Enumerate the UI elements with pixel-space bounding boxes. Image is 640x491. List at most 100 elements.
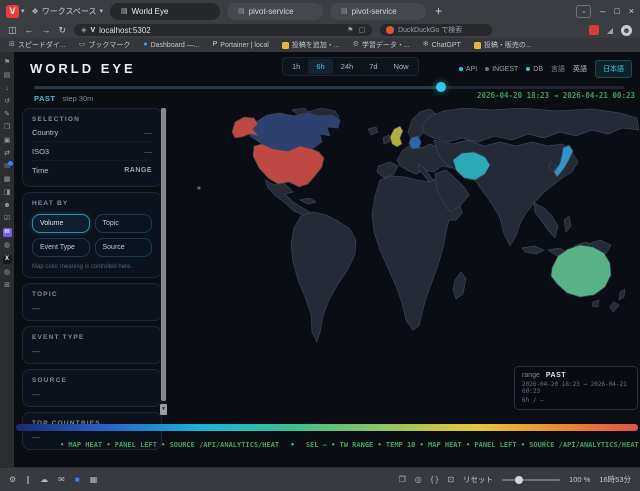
theme-icon[interactable]: ■ xyxy=(75,475,80,484)
zoom-reset-button[interactable]: リセット xyxy=(463,474,493,485)
web-panel-m-icon[interactable]: m xyxy=(2,228,12,237)
pin-icon[interactable]: ◢ xyxy=(607,26,613,35)
bookmark-folder[interactable]: ▭ ブックマーク xyxy=(79,40,131,50)
post-sales-favicon xyxy=(473,41,481,49)
mail-panel-icon[interactable]: ✉ xyxy=(4,161,13,171)
source-value: — xyxy=(32,390,40,399)
tasks-status-icon[interactable]: ▦ xyxy=(90,475,98,484)
web-panel-x-icon[interactable]: X xyxy=(2,255,12,264)
tab-pivot-service-1[interactable]: ▤ pivot-service xyxy=(227,2,324,20)
reader-view-icon[interactable]: ▢ xyxy=(358,26,365,34)
mail-status-icon[interactable]: ✉ xyxy=(58,475,65,484)
extension-icon[interactable] xyxy=(588,25,599,35)
panel-toggle-icon[interactable]: ◫ xyxy=(8,25,17,35)
bookmark-label: 投稿・販売の... xyxy=(483,42,532,49)
timeline-handle[interactable] xyxy=(436,82,447,92)
bookmark-label: Portainer | local xyxy=(220,41,269,49)
sync-panel-icon[interactable]: ⇄ xyxy=(4,150,10,158)
page-actions-icon[interactable]: ◎ xyxy=(415,475,422,484)
calendar-panel-icon[interactable]: ▦ xyxy=(4,176,11,184)
status-db: DB xyxy=(526,66,543,73)
reading-list-panel-icon[interactable]: ▤ xyxy=(4,72,11,80)
workspace-label: ワークスペース xyxy=(41,6,97,16)
bookmark-speed-dial[interactable]: ⊞ スピードダイ... xyxy=(9,40,66,50)
contacts-panel-icon[interactable]: ☻ xyxy=(3,202,10,210)
site-badge-icon: V xyxy=(90,26,96,34)
settings-icon[interactable]: ⚙ xyxy=(9,475,16,484)
bookmark-label: 学習データ・... xyxy=(361,42,410,49)
profile-avatar[interactable]: ☻ xyxy=(621,24,632,36)
code-icon[interactable]: { } xyxy=(431,475,439,484)
heat-by-volume-button[interactable]: Volume xyxy=(32,214,90,233)
navigation-bar: ◫ ← → ↻ ◈ V localhost:5302 ⚑ ▢ DuckDuckG… xyxy=(0,22,640,38)
status-label: INGEST xyxy=(492,65,519,73)
search-field[interactable]: DuckDuckGo で検索 xyxy=(380,24,493,36)
downloads-panel-icon[interactable]: ↓ xyxy=(5,85,9,93)
range-overlay: range PAST 2026-04-20 18:23 → 2026-04-21… xyxy=(514,366,638,410)
bookmarks-panel-icon[interactable]: ⚑ xyxy=(4,59,10,67)
country-germany[interactable] xyxy=(408,135,422,150)
range-7d-button[interactable]: 7d xyxy=(361,59,385,74)
zoom-slider[interactable] xyxy=(502,475,561,484)
minimize-button[interactable]: – xyxy=(600,6,605,16)
scrollbar-down-arrow[interactable]: ▼ xyxy=(160,404,167,415)
bookmark-flag-icon[interactable]: ⚑ xyxy=(347,26,353,34)
left-panel: SELECTION Country — ISO3 — Time RANGE HE… xyxy=(22,108,162,450)
sidebar-scrollbar[interactable]: ▼ xyxy=(160,108,167,415)
ticker-segment: • MAP HEAT • PANEL LEFT • SOURCE /API/AN… xyxy=(60,441,280,449)
bookmark-dashboard[interactable]: ● Dashboard —... xyxy=(143,41,199,49)
overlay-range-label: range xyxy=(522,372,540,379)
bookmark-post-add[interactable]: 投稿を追加・... xyxy=(281,40,340,50)
address-bar[interactable]: ◈ V localhost:5302 ⚑ ▢ xyxy=(74,24,373,36)
forward-button[interactable]: → xyxy=(42,25,51,35)
range-24h-button[interactable]: 24h xyxy=(333,59,362,74)
maximize-button[interactable]: □ xyxy=(614,6,619,16)
tab-bar: V ▾ ❖ ワークスペース ▾ ▤ World Eye ▤ pivot-serv… xyxy=(0,0,640,22)
add-web-panel-icon[interactable]: ⊞ xyxy=(4,282,10,290)
panel-title: SOURCE xyxy=(32,377,68,384)
event-type-panel: EVENT TYPE — xyxy=(22,326,162,364)
web-panel-globe-icon[interactable]: ◍ xyxy=(4,242,10,250)
sync-cloud-icon[interactable]: ☁ xyxy=(40,475,48,484)
capture-icon[interactable]: ⊡ xyxy=(447,475,454,484)
new-tab-button[interactable]: + xyxy=(435,4,442,18)
language-japanese-button[interactable]: 日本語 xyxy=(595,60,632,78)
range-now-button[interactable]: Now xyxy=(386,59,417,74)
vivaldi-menu-button[interactable]: V ▾ xyxy=(6,4,25,18)
language-english-button[interactable]: 英語 xyxy=(573,64,587,74)
heat-by-topic-button[interactable]: Topic xyxy=(94,214,152,233)
scrollbar-thumb[interactable] xyxy=(161,108,166,401)
reload-button[interactable]: ↻ xyxy=(59,25,67,35)
post-add-favicon xyxy=(281,41,289,49)
toggle-images-icon[interactable]: ❐ xyxy=(399,475,406,484)
tab-pivot-service-2[interactable]: ▤ pivot-service xyxy=(330,2,427,20)
notes-panel-icon[interactable]: ✎ xyxy=(4,111,10,119)
bookmark-post-sales[interactable]: 投稿・販売の... xyxy=(473,40,532,50)
range-1h-button[interactable]: 1h xyxy=(284,59,308,74)
bookmark-learning-data[interactable]: ⚙ 学習データ・... xyxy=(353,40,410,50)
back-button[interactable]: ← xyxy=(25,25,34,35)
feeds-panel-icon[interactable]: ◨ xyxy=(4,189,11,197)
heat-by-source-button[interactable]: Source xyxy=(94,238,152,257)
workspace-selector[interactable]: ❖ ワークスペース ▾ xyxy=(32,6,104,17)
tab-favicon: ▤ xyxy=(121,8,128,15)
bookmark-portainer[interactable]: P Portainer | local xyxy=(213,41,269,49)
portainer-favicon: P xyxy=(212,41,218,48)
panel-strip: ⚑ ▤ ↓ ↺ ✎ ❒ ▣ ⇄ ✉ ▦ ◨ ☻ ☑ m ◍ X ◍ ⊞ xyxy=(0,52,14,467)
history-panel-icon[interactable]: ↺ xyxy=(4,98,10,106)
tab-world-eye[interactable]: ▤ World Eye xyxy=(110,2,221,20)
zoom-slider-handle[interactable] xyxy=(514,475,523,484)
tasks-panel-icon[interactable]: ☑ xyxy=(4,215,10,223)
close-button[interactable]: × xyxy=(629,6,634,16)
web-panel-globe2-icon[interactable]: ◍ xyxy=(4,269,10,277)
trash-tabs-button[interactable]: ⌄ xyxy=(576,4,592,18)
print-panel-icon[interactable]: ▣ xyxy=(4,137,11,145)
topic-panel: TOPIC — xyxy=(22,283,162,321)
timeline-slider[interactable] xyxy=(34,82,624,92)
range-6h-button[interactable]: 6h xyxy=(308,59,333,74)
country-usa-hawaii[interactable] xyxy=(197,186,201,190)
window-panel-icon[interactable]: ❒ xyxy=(4,124,10,132)
bookmark-chatgpt[interactable]: ✻ ChatGPT xyxy=(423,41,461,49)
heat-by-event-type-button[interactable]: Event Type xyxy=(32,238,90,257)
tiling-icon[interactable]: ∥ xyxy=(26,475,30,484)
